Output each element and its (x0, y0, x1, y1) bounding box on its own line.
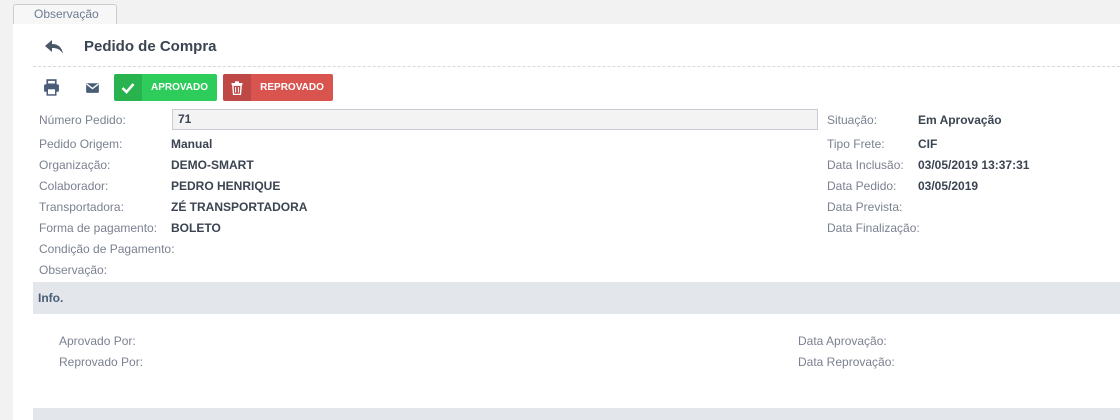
data-reprovacao-label: Data Reprovação: (798, 355, 895, 369)
reject-button-label: REPROVADO (260, 82, 324, 93)
situacao-value: Em Aprovação (918, 113, 1002, 127)
page-title: Pedido de Compra (84, 38, 217, 55)
next-section-header (33, 408, 1120, 420)
data-inclusao-value: 03/05/2019 13:37:31 (918, 158, 1030, 172)
forma-pagamento-value: BOLETO (171, 221, 221, 235)
data-pedido-value: 03/05/2019 (918, 179, 979, 193)
check-icon (114, 74, 142, 101)
organizacao-value: DEMO-SMART (171, 158, 254, 172)
data-prevista-label: Data Prevista: (827, 200, 903, 214)
header-divider (33, 66, 1120, 67)
approve-button-label: APROVADO (150, 82, 209, 93)
transportadora-label: Transportadora: (39, 200, 124, 214)
tipo-frete-label: Tipo Frete: (827, 137, 885, 151)
data-finalizacao-label: Data Finalização: (827, 221, 920, 235)
colaborador-label: Colaborador: (39, 179, 109, 193)
aprovado-por-label: Aprovado Por: (59, 334, 136, 348)
condicao-pagamento-label: Condição de Pagamento: (39, 242, 175, 256)
data-inclusao-label: Data Inclusão: (827, 158, 904, 172)
reject-button[interactable]: REPROVADO (223, 74, 333, 101)
colaborador-value: PEDRO HENRIQUE (171, 179, 281, 193)
pedido-origem-label: Pedido Origem: (39, 137, 123, 151)
forma-pagamento-label: Forma de pagamento: (39, 221, 158, 235)
organizacao-label: Organização: (39, 158, 111, 172)
info-section-title: Info. (38, 291, 64, 305)
approve-button[interactable]: APROVADO (114, 74, 217, 101)
reprovado-por-label: Reprovado Por: (59, 355, 144, 369)
data-aprovacao-label: Data Aprovação: (798, 334, 887, 348)
numero-pedido-field[interactable]: 71 (172, 109, 818, 130)
main-panel: Pedido de Compra APROVADO REPROVADO Núme… (13, 24, 1120, 420)
tipo-frete-value: CIF (918, 137, 938, 151)
situacao-label: Situação: (827, 113, 878, 127)
tab-observacao[interactable]: Observação (13, 4, 117, 24)
undo-arrow-icon[interactable] (43, 38, 65, 56)
observacao-label: Observação: (39, 263, 108, 277)
data-pedido-label: Data Pedido: (827, 179, 897, 193)
printer-icon[interactable] (43, 79, 60, 96)
transportadora-value: ZÉ TRANSPORTADORA (171, 200, 308, 214)
pedido-origem-value: Manual (171, 137, 213, 151)
numero-pedido-label: Número Pedido: (39, 113, 126, 127)
trash-icon (223, 74, 251, 101)
info-section-header: Info. (33, 282, 1120, 314)
tab-bar: Observação (13, 4, 117, 24)
envelope-icon[interactable] (84, 79, 101, 96)
